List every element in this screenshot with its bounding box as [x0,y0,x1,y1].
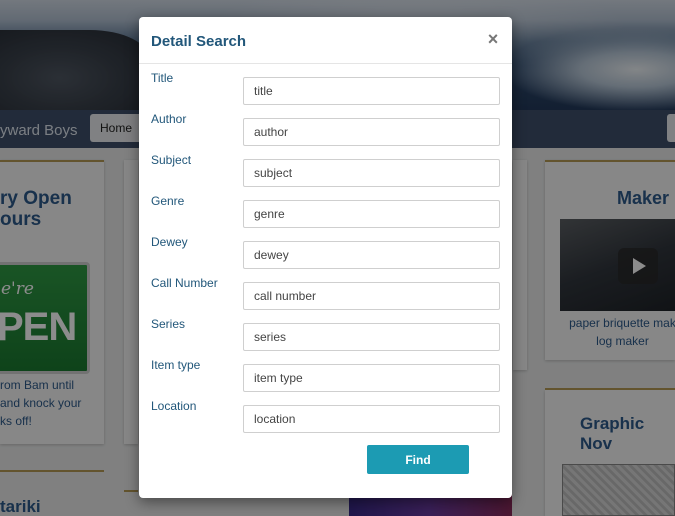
field-label: Location [151,399,197,413]
subject-input[interactable] [243,159,500,187]
location-input[interactable] [243,405,500,433]
field-label: Subject [151,153,192,167]
field-title: Title [139,71,512,106]
field-call-number: Call Number [139,276,512,311]
field-label: Dewey [151,235,188,249]
item-type-input[interactable] [243,364,500,392]
field-location: Location [139,399,512,434]
field-item-type: Item type [139,358,512,393]
field-label: Item type [151,358,201,372]
field-series: Series [139,317,512,352]
field-dewey: Dewey [139,235,512,270]
modal-header: Detail Search × [139,17,512,64]
field-label: Genre [151,194,185,208]
close-icon[interactable]: × [483,29,503,49]
find-button[interactable]: Find [367,445,469,474]
author-input[interactable] [243,118,500,146]
dewey-input[interactable] [243,241,500,269]
field-label: Call Number [151,276,218,290]
field-label: Author [151,112,187,126]
field-subject: Subject [139,153,512,188]
modal-title: Detail Search [151,33,247,50]
field-author: Author [139,112,512,147]
genre-input[interactable] [243,200,500,228]
detail-search-modal: Detail Search × Title Author Subject Gen… [139,17,512,498]
field-genre: Genre [139,194,512,229]
field-label: Title [151,71,174,85]
field-label: Series [151,317,186,331]
call-number-input[interactable] [243,282,500,310]
title-input[interactable] [243,77,500,105]
series-input[interactable] [243,323,500,351]
